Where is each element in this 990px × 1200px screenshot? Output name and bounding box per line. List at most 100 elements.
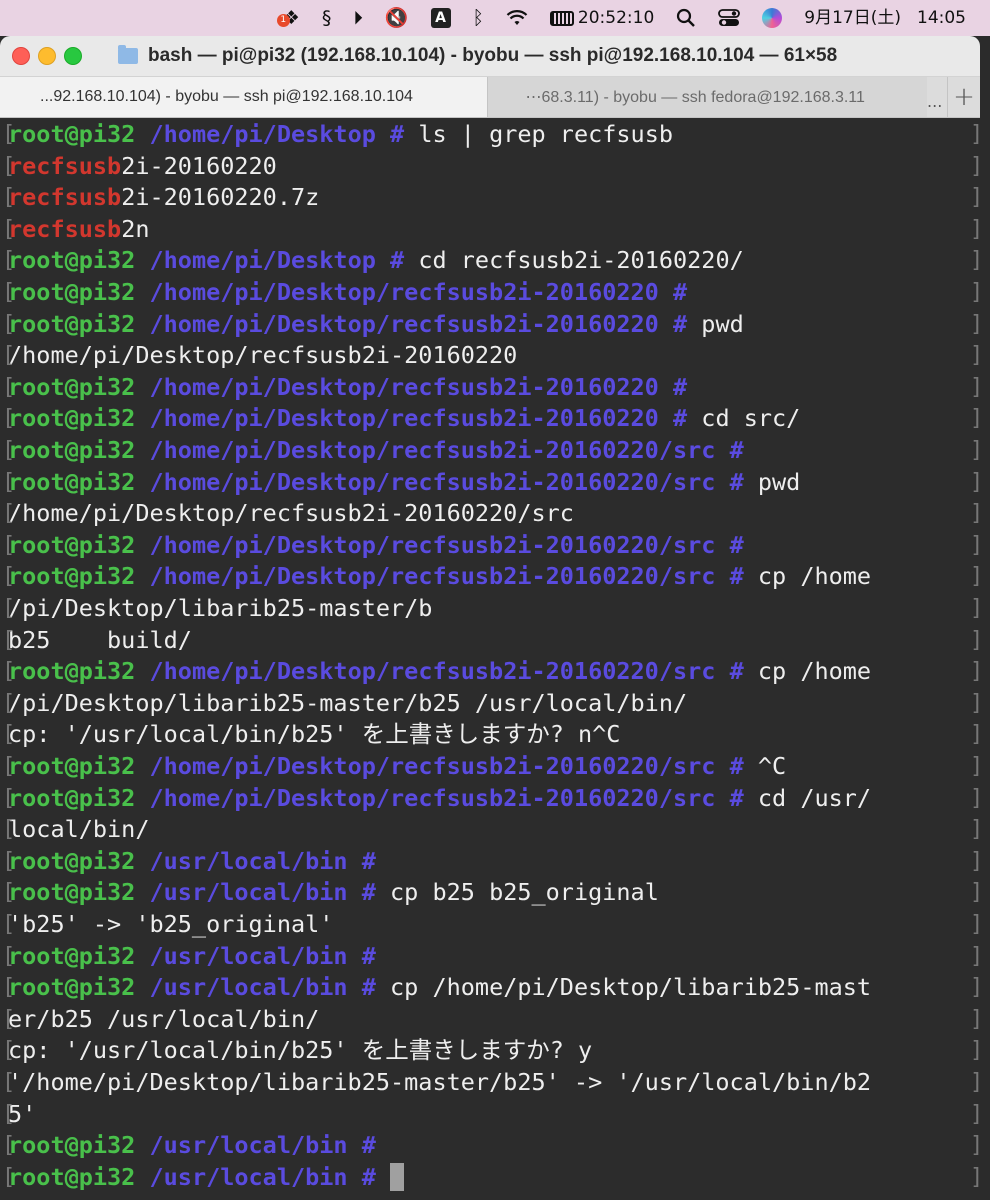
menubar-clock[interactable]: 14:05 — [917, 6, 966, 30]
prompt-user: root@pi32 — [8, 941, 136, 970]
output-text: 'b25' -> 'b25_original' — [8, 910, 334, 938]
prompt-user: root@pi32 — [8, 372, 136, 401]
prompt-user: root@pi32 — [8, 562, 136, 591]
line-bracket-right: ] — [970, 941, 980, 972]
line-bracket-left: [ — [2, 153, 16, 179]
prompt-path: /home/pi/Desktop/recfsusb2i-20160220/src… — [149, 562, 744, 591]
search-icon[interactable] — [676, 6, 696, 30]
line-bracket-left: [ — [2, 754, 16, 779]
command-text: cd src/ — [701, 404, 801, 433]
line-bracket-right: ] — [970, 1004, 980, 1035]
tab-overflow-button[interactable]: ... — [927, 77, 947, 117]
prompt-user: root@pi32 — [8, 878, 136, 907]
output-text: cp: '/usr/local/bin/b25' を上書きしますか? y — [8, 1036, 593, 1065]
control-center-icon[interactable] — [718, 6, 741, 30]
output-line: /home/pi/Desktop/recfsusb2i-20160220/src — [8, 498, 574, 529]
prompt-path: /home/pi/Desktop/recfsusb2i-20160220/src… — [149, 783, 744, 812]
line-bracket-left: [ — [2, 1070, 16, 1095]
input-source-icon[interactable]: A — [430, 6, 451, 30]
prompt-user: root@pi32 — [8, 783, 136, 812]
output-text: '/home/pi/Desktop/libarib25-master/b25' … — [8, 1068, 872, 1096]
minimize-button[interactable] — [38, 47, 56, 65]
prompt-user: root@pi32 — [8, 120, 136, 148]
line-bracket-right: ] — [970, 719, 980, 750]
line-bracket-left: [ — [2, 975, 16, 1001]
output-text: 2n — [121, 214, 150, 243]
prompt-path: /home/pi/Desktop/recfsusb2i-20160220/src… — [149, 657, 744, 686]
output-line: er/b25 /usr/local/bin/ — [8, 1004, 319, 1035]
output-line: local/bin/ — [8, 814, 149, 845]
mute-icon[interactable]: 🔇 — [385, 6, 409, 30]
line-bracket-left: [ — [2, 627, 16, 653]
line-bracket-right: ] — [970, 909, 980, 940]
tab-pi-session[interactable]: ...92.168.10.104) - byobu — ssh pi@192.1… — [0, 77, 488, 117]
prompt-line: root@pi32 /home/pi/Desktop/recfsusb2i-20… — [8, 309, 744, 340]
line-bracket-right: ] — [970, 151, 980, 182]
bluetooth-icon[interactable]: ᛒ — [473, 6, 484, 30]
line-bracket-left: [ — [2, 406, 16, 432]
notification-badge: 1 — [276, 14, 290, 27]
prompt-user: root@pi32 — [8, 436, 136, 464]
prompt-line: root@pi32 /home/pi/Desktop/recfsusb2i-20… — [8, 561, 871, 592]
menubar-date[interactable]: 9月17日(土) — [804, 6, 901, 30]
line-bracket-right: ] — [970, 625, 980, 656]
terminal-output[interactable]: root@pi32 /home/pi/Desktop # ls | grep r… — [0, 118, 980, 1200]
script-icon[interactable]: § — [322, 6, 332, 30]
prompt-user: root@pi32 — [8, 1162, 136, 1191]
prompt-line: root@pi32 /usr/local/bin # cp b25 b25_or… — [8, 877, 659, 908]
output-line: /pi/Desktop/libarib25-master/b25 /usr/lo… — [8, 688, 687, 719]
prompt-path: /usr/local/bin # — [149, 941, 376, 970]
line-bracket-right: ] — [970, 846, 980, 877]
prompt-path: /home/pi/Desktop/recfsusb2i-20160220/src… — [149, 752, 744, 780]
prompt-line: root@pi32 /usr/local/bin # — [8, 1162, 405, 1193]
new-tab-button[interactable]: + — [947, 77, 980, 117]
grep-match: recfsusb — [8, 151, 122, 180]
prompt-user: root@pi32 — [8, 309, 136, 338]
line-bracket-right: ] — [970, 1035, 980, 1066]
line-bracket-left: [ — [2, 659, 16, 685]
line-bracket-right: ] — [970, 403, 980, 434]
prompt-line: root@pi32 /usr/local/bin # — [8, 941, 390, 972]
prompt-user: root@pi32 — [8, 973, 136, 1002]
line-bracket-left: [ — [2, 1101, 16, 1127]
output-line: /home/pi/Desktop/recfsusb2i-20160220 — [8, 340, 517, 371]
tab-label: ...92.168.10.104) - byobu — ssh pi@192.1… — [40, 88, 413, 105]
tab-fedora-session[interactable]: ⋯68.3.11) - byobu — ssh fedora@192.168.3… — [487, 77, 928, 117]
prompt-path: /home/pi/Desktop/recfsusb2i-20160220/src… — [149, 467, 744, 496]
prompt-line: root@pi32 /home/pi/Desktop/recfsusb2i-20… — [8, 277, 701, 308]
prompt-path: /home/pi/Desktop/recfsusb2i-20160220/src… — [149, 436, 744, 464]
line-bracket-right: ] — [970, 972, 980, 1003]
zoom-button[interactable] — [64, 47, 82, 65]
command-text: ls | grep recfsusb — [418, 120, 673, 148]
output-line: '/home/pi/Desktop/libarib25-master/b25' … — [8, 1067, 871, 1098]
prompt-path: /home/pi/Desktop/recfsusb2i-20160220 # — [149, 404, 688, 433]
line-bracket-left: [ — [2, 1038, 16, 1064]
prompt-path: /home/pi/Desktop/recfsusb2i-20160220 # — [149, 278, 688, 306]
prompt-line: root@pi32 /usr/local/bin # — [8, 846, 390, 877]
play-icon[interactable]: ⏵ — [353, 6, 363, 30]
output-line: cp: '/usr/local/bin/b25' を上書きしますか? n^C — [8, 719, 620, 750]
wifi-icon[interactable] — [506, 6, 528, 30]
output-text: /pi/Desktop/libarib25-master/b — [8, 594, 433, 622]
prompt-line: root@pi32 /home/pi/Desktop/recfsusb2i-20… — [8, 751, 786, 782]
title-bar[interactable]: bash — pi@pi32 (192.168.10.104) - byobu … — [0, 36, 980, 77]
siri-icon[interactable] — [762, 6, 783, 30]
command-text: pwd — [701, 309, 744, 338]
line-bracket-right: ] — [970, 783, 980, 814]
prompt-line: root@pi32 /usr/local/bin # cp /home/pi/D… — [8, 972, 871, 1003]
line-bracket-right: ] — [970, 498, 980, 529]
close-button[interactable] — [12, 47, 30, 65]
line-bracket-left: [ — [2, 943, 16, 969]
line-bracket-right: ] — [970, 656, 980, 687]
line-bracket-right: ] — [970, 245, 980, 276]
prompt-user: root@pi32 — [8, 846, 136, 875]
prompt-user: root@pi32 — [8, 657, 136, 686]
dropbox-icon[interactable]: ❖ 1 — [276, 6, 300, 30]
command-text: pwd — [757, 467, 801, 496]
line-bracket-left: [ — [2, 469, 16, 495]
line-bracket-right: ] — [970, 119, 980, 150]
command-text: cp /home/pi/Desktop/libarib25-mast — [390, 973, 872, 1002]
line-bracket-right: ] — [970, 751, 980, 782]
cpu-monitor[interactable]: 20:52:10 — [549, 6, 654, 30]
line-bracket-left: [ — [2, 501, 16, 527]
